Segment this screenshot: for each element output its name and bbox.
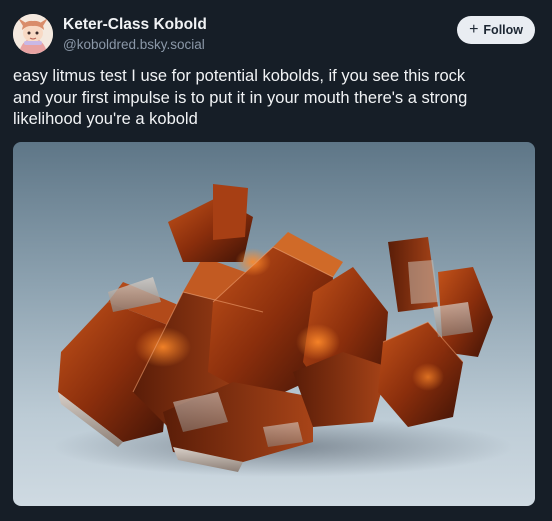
author-display-name[interactable]: Keter-Class Kobold: [63, 16, 207, 34]
post-card: Keter-Class Kobold @koboldred.bsky.socia…: [0, 0, 552, 521]
post-text-line: and your first impulse is to put it in y…: [13, 88, 468, 107]
follow-button-label: Follow: [483, 23, 523, 37]
post-text: easy litmus test I use for potential kob…: [13, 66, 533, 131]
plus-icon: +: [469, 21, 479, 38]
avatar-illustration-icon: [13, 14, 53, 54]
post-text-line: easy litmus test I use for potential kob…: [13, 67, 466, 85]
author-avatar[interactable]: [13, 14, 53, 54]
follow-button[interactable]: + Follow: [457, 16, 535, 44]
mineral-crystal-photo: [53, 184, 513, 477]
post-text-line: likelihood you're a kobold: [13, 110, 198, 128]
author-handle[interactable]: @koboldred.bsky.social: [63, 37, 205, 52]
post-image[interactable]: [13, 142, 535, 506]
